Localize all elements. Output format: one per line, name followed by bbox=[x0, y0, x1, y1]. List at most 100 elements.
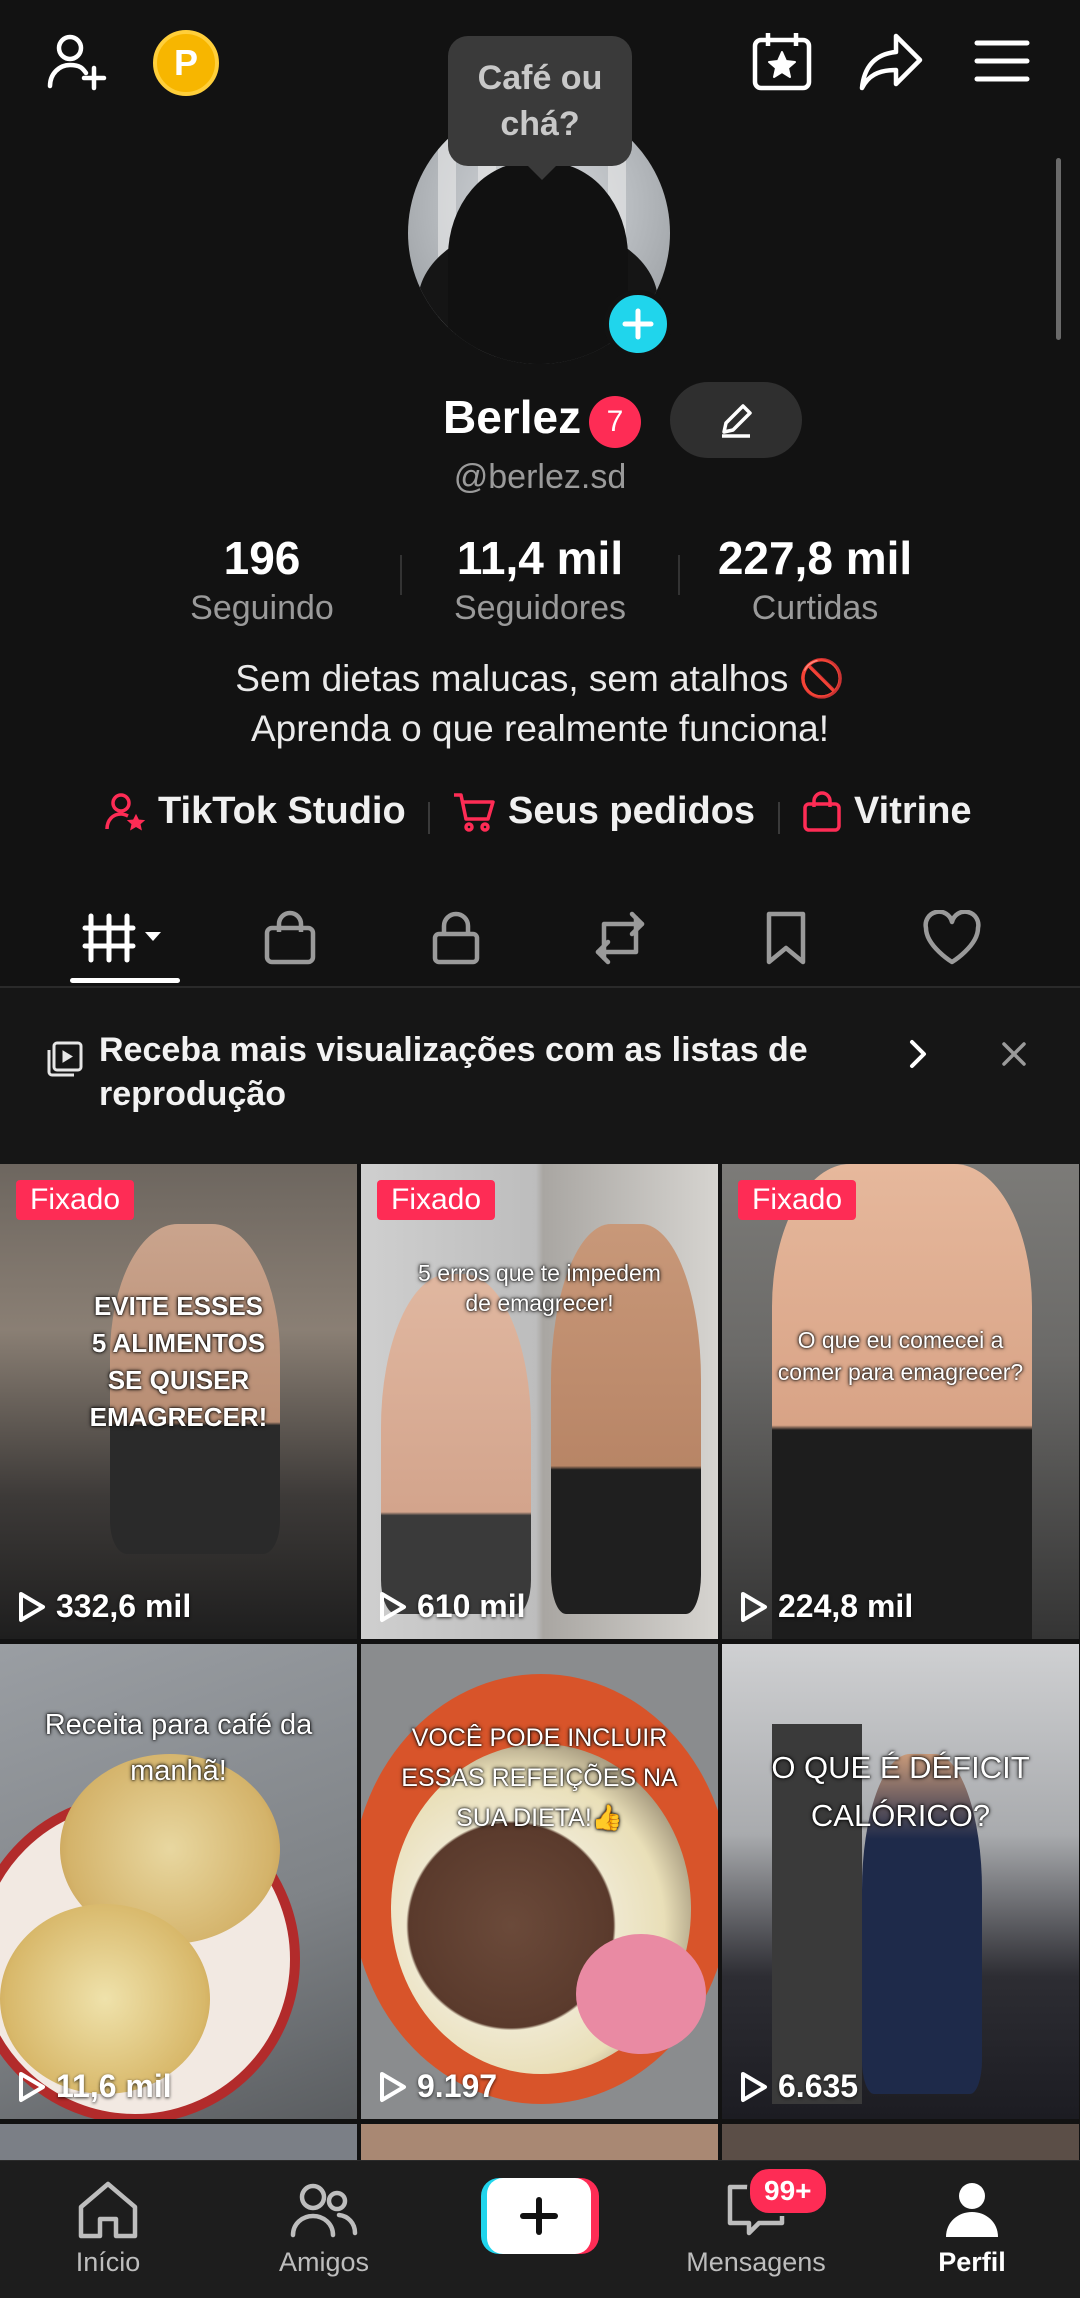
hamburger-menu-icon[interactable] bbox=[974, 38, 1030, 84]
playlist-promo-banner[interactable]: Receba mais visualizações com as listas … bbox=[0, 988, 1080, 1164]
person-plus-icon[interactable] bbox=[42, 28, 110, 96]
play-icon bbox=[19, 2071, 45, 2102]
stat-value: 11,4 mil bbox=[456, 532, 624, 584]
video-thumbnail[interactable] bbox=[722, 2124, 1079, 2160]
avatar-tooltip[interactable]: Café ou chá? bbox=[448, 36, 632, 180]
divider bbox=[678, 555, 680, 595]
stat-label: Curtidas bbox=[751, 589, 879, 627]
view-count-label: 224,8 mil bbox=[778, 1588, 914, 1624]
notification-badge[interactable]: 7 bbox=[589, 396, 641, 448]
pencil-icon bbox=[722, 404, 752, 438]
bio-line: Aprenda o que realmente funciona! bbox=[250, 708, 830, 749]
bookmark-icon bbox=[766, 911, 806, 965]
video-thumbnail[interactable] bbox=[361, 2124, 718, 2160]
thumbnail-body bbox=[576, 1934, 706, 2054]
profile-bio: Sem dietas malucas, sem atalhos 🚫 Aprend… bbox=[0, 654, 1080, 754]
nav-profile[interactable]: Perfil bbox=[864, 2161, 1080, 2298]
nav-friends-label: Amigos bbox=[278, 2247, 370, 2277]
videos-grid-icon bbox=[82, 913, 161, 963]
view-count-label: 6.635 bbox=[778, 2068, 859, 2104]
stat-likes[interactable]: 227,8 mil Curtidas bbox=[685, 530, 945, 630]
plus-icon bbox=[622, 308, 654, 340]
plus-icon bbox=[520, 2197, 558, 2235]
playlist-icon bbox=[46, 1040, 84, 1083]
video-thumbnail[interactable]: Fixado EVITE ESSES 5 ALIMENTOS SE QUISER… bbox=[0, 1164, 357, 1639]
tab-indicator bbox=[70, 978, 180, 983]
promo-text: Receba mais visualizações com as listas … bbox=[99, 1031, 808, 1113]
showcase-link[interactable]: Vitrine bbox=[802, 790, 972, 833]
stat-label: Seguidores bbox=[453, 589, 626, 627]
coins-label: P bbox=[173, 42, 198, 83]
play-icon bbox=[741, 1591, 767, 1622]
profile-handle: @berlez.sd bbox=[453, 458, 627, 496]
video-caption: 5 erros que te impedem de emagrecer! bbox=[418, 1260, 661, 1316]
tiktok-studio-link[interactable]: TikTok Studio bbox=[104, 790, 406, 833]
play-icon bbox=[380, 1591, 406, 1622]
tab-liked[interactable] bbox=[892, 890, 1012, 986]
view-count-label: 332,6 mil bbox=[56, 1588, 192, 1624]
bio-line: Sem dietas malucas, sem atalhos 🚫 bbox=[235, 658, 845, 699]
tiktok-studio-label: TikTok Studio bbox=[158, 790, 406, 832]
heart-icon bbox=[923, 910, 981, 965]
video-thumbnail[interactable]: VOCÊ PODE INCLUIR ESSAS REFEIÇÕES NA SUA… bbox=[361, 1644, 718, 2119]
orders-label: Seus pedidos bbox=[508, 790, 756, 832]
video-thumbnail[interactable]: Fixado O que eu comecei a comer para ema… bbox=[722, 1164, 1079, 1639]
view-count: 610 mil bbox=[377, 1588, 526, 1625]
tab-videos[interactable] bbox=[66, 890, 186, 986]
video-thumbnail[interactable]: O QUE É DÉFICIT CALÓRICO? 6.635 bbox=[722, 1644, 1079, 2119]
messages-badge: 99+ bbox=[747, 2166, 829, 2216]
chevron-right-icon[interactable] bbox=[906, 1036, 930, 1077]
view-count: 11,6 mil bbox=[16, 2068, 172, 2105]
tab-private[interactable] bbox=[396, 890, 516, 986]
view-count: 9.197 bbox=[377, 2068, 497, 2105]
view-count-label: 9.197 bbox=[417, 2068, 498, 2104]
add-story-button[interactable] bbox=[604, 290, 672, 358]
thumbnail-body bbox=[0, 1904, 210, 2094]
divider bbox=[778, 802, 780, 834]
stat-value: 227,8 mil bbox=[717, 532, 913, 584]
divider bbox=[400, 555, 402, 595]
video-thumbnail[interactable]: Receita para café da manhã! 11,6 mil bbox=[0, 1644, 357, 2119]
person-star-icon bbox=[104, 791, 146, 833]
video-thumbnail[interactable] bbox=[0, 2124, 357, 2160]
view-count: 6.635 bbox=[738, 2068, 858, 2105]
nav-home[interactable]: Início bbox=[0, 2161, 216, 2298]
stat-following[interactable]: 196 Seguindo bbox=[132, 530, 392, 630]
shopping-bag-icon bbox=[802, 790, 842, 833]
nav-profile-label: Perfil bbox=[938, 2247, 1006, 2277]
pinned-badge: Fixado bbox=[16, 1180, 135, 1220]
profile-icon bbox=[946, 2183, 998, 2237]
close-icon[interactable] bbox=[1000, 1040, 1028, 1073]
coins-icon[interactable]: P bbox=[153, 30, 219, 96]
calendar-star-icon[interactable] bbox=[750, 30, 814, 92]
nav-messages-label: Mensagens bbox=[686, 2247, 826, 2277]
home-icon bbox=[78, 2181, 138, 2239]
edit-profile-button[interactable] bbox=[670, 382, 802, 458]
divider bbox=[428, 802, 430, 834]
share-arrow-icon[interactable] bbox=[858, 30, 924, 92]
orders-link[interactable]: Seus pedidos bbox=[452, 790, 755, 833]
friends-icon bbox=[290, 2183, 358, 2238]
tab-favorites[interactable] bbox=[726, 890, 846, 986]
tab-shop[interactable] bbox=[230, 890, 350, 986]
pinned-badge: Fixado bbox=[738, 1180, 857, 1220]
view-count-label: 610 mil bbox=[417, 1588, 526, 1624]
shopping-bag-icon bbox=[264, 910, 316, 965]
thumbnail-body bbox=[772, 1164, 1032, 1639]
stat-followers[interactable]: 11,4 mil Seguidores bbox=[410, 530, 670, 630]
scrollbar[interactable] bbox=[1056, 158, 1061, 340]
nav-home-label: Início bbox=[75, 2247, 141, 2277]
play-icon bbox=[19, 1591, 45, 1622]
stat-label: Seguindo bbox=[190, 589, 334, 627]
create-button[interactable] bbox=[481, 2178, 599, 2254]
nav-friends[interactable]: Amigos bbox=[216, 2161, 432, 2298]
play-icon bbox=[380, 2071, 406, 2102]
video-thumbnail[interactable]: Fixado 5 erros que te impedem de emagrec… bbox=[361, 1164, 718, 1639]
view-count-label: 11,6 mil bbox=[56, 2068, 172, 2104]
thumbnail-body bbox=[381, 1274, 531, 1614]
video-caption: O que eu comecei a comer para emagrecer? bbox=[777, 1327, 1024, 1385]
repost-icon bbox=[595, 911, 645, 965]
play-icon bbox=[741, 2071, 767, 2102]
video-caption: Receita para café da manhã! bbox=[44, 1709, 313, 1787]
tab-reposts[interactable] bbox=[560, 890, 680, 986]
